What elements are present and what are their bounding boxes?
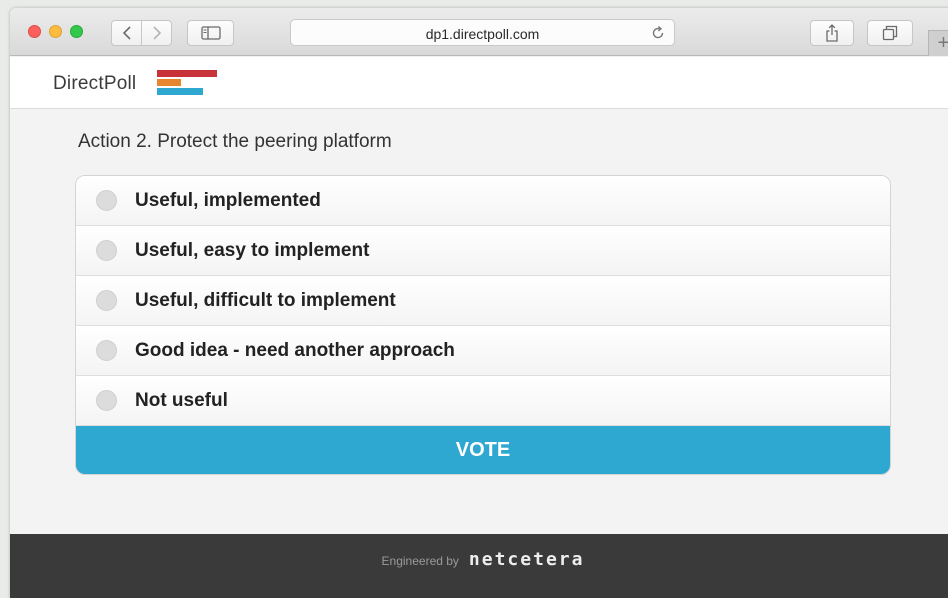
browser-toolbar: dp1.directpoll.com + <box>10 8 948 56</box>
poll-option-label: Useful, difficult to implement <box>135 289 396 311</box>
browser-window: dp1.directpoll.com + DirectPoll Action 2… <box>10 8 948 598</box>
reload-icon[interactable] <box>650 25 666 41</box>
forward-button[interactable] <box>141 20 172 46</box>
poll-option[interactable]: Useful, easy to implement <box>76 226 890 276</box>
radio-button[interactable] <box>96 240 117 261</box>
url-text: dp1.directpoll.com <box>425 26 540 42</box>
poll-options: Useful, implemented Useful, easy to impl… <box>75 175 891 475</box>
radio-button[interactable] <box>96 340 117 361</box>
chevron-left-icon <box>122 26 131 40</box>
sidebar-icon <box>200 26 221 40</box>
zoom-window-button[interactable] <box>70 25 83 38</box>
footer-credit: Engineered by netcetera <box>10 549 948 570</box>
share-icon <box>826 24 838 42</box>
poll-option[interactable]: Useful, difficult to implement <box>76 276 890 326</box>
logo-bar-orange <box>157 79 181 86</box>
close-window-button[interactable] <box>28 25 41 38</box>
sidebar-toggle-button[interactable] <box>187 20 234 46</box>
poll-question: Action 2. Protect the peering platform <box>78 131 392 152</box>
site-header: DirectPoll <box>10 57 948 109</box>
radio-button[interactable] <box>96 190 117 211</box>
site-footer: Engineered by netcetera <box>10 534 948 598</box>
engineered-by-text: Engineered by <box>381 554 459 568</box>
logo-bar-red <box>157 70 217 77</box>
minimize-window-button[interactable] <box>49 25 62 38</box>
poll-option-label: Not useful <box>135 389 228 411</box>
address-bar[interactable]: dp1.directpoll.com <box>290 19 675 46</box>
chevron-right-icon <box>152 26 161 40</box>
tab-overview-button[interactable] <box>867 20 913 46</box>
radio-button[interactable] <box>96 290 117 311</box>
poll-content: Action 2. Protect the peering platform U… <box>10 109 948 534</box>
new-tab-button[interactable]: + <box>928 30 948 56</box>
directpoll-logo-icon <box>157 70 217 95</box>
poll-option-label: Useful, easy to implement <box>135 239 370 261</box>
poll-option[interactable]: Useful, implemented <box>76 176 890 226</box>
radio-button[interactable] <box>96 390 117 411</box>
plus-icon: + <box>937 32 948 54</box>
brand-name[interactable]: DirectPoll <box>53 73 136 95</box>
tabs-icon <box>882 25 898 41</box>
vote-button[interactable]: VOTE <box>76 426 890 474</box>
netcetera-logo[interactable]: netcetera <box>469 549 585 570</box>
share-button[interactable] <box>810 20 854 46</box>
poll-option-label: Good idea - need another approach <box>135 339 455 361</box>
poll-option[interactable]: Good idea - need another approach <box>76 326 890 376</box>
poll-option[interactable]: Not useful <box>76 376 890 426</box>
logo-bar-blue <box>157 88 203 95</box>
poll-option-label: Useful, implemented <box>135 189 321 211</box>
back-button[interactable] <box>111 20 142 46</box>
